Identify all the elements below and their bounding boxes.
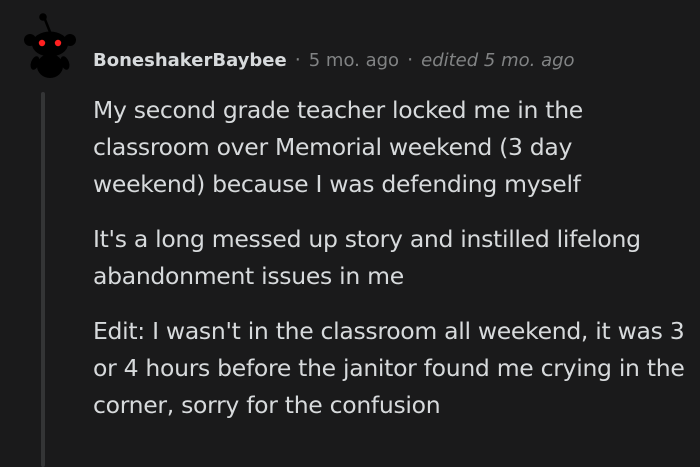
author-username[interactable]: BoneshakerBaybee xyxy=(93,50,287,71)
edited-timestamp: edited 5 mo. ago xyxy=(421,49,575,71)
comment-body: My second grade teacher locked me in the… xyxy=(93,92,688,442)
comment: BoneshakerBaybee · 5 mo. ago · edited 5 … xyxy=(0,0,700,467)
comment-meta: BoneshakerBaybee · 5 mo. ago · edited 5 … xyxy=(93,44,575,76)
snoo-avatar-icon[interactable] xyxy=(22,12,78,78)
comment-paragraph: It's a long messed up story and instille… xyxy=(93,225,641,290)
comment-paragraph: My second grade teacher locked me in the… xyxy=(93,96,583,198)
meta-separator: · xyxy=(407,49,414,71)
meta-separator: · xyxy=(294,49,301,71)
thread-collapse-line[interactable] xyxy=(41,92,45,467)
comment-paragraph: Edit: I wasn't in the classroom all week… xyxy=(93,317,685,419)
comment-timestamp[interactable]: 5 mo. ago xyxy=(309,50,399,71)
